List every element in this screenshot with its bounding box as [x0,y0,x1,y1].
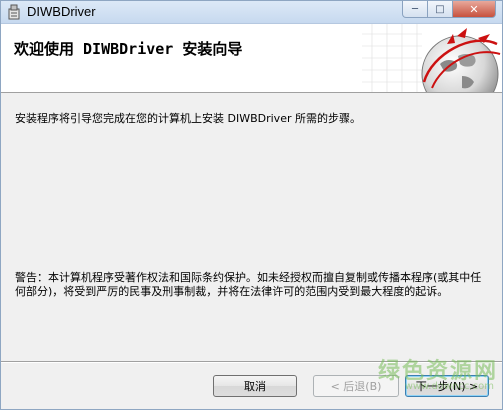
watermark-url: www.downcc.com [404,381,494,392]
minimize-icon: ─ [411,3,419,15]
minimize-button[interactable]: ─ [402,1,428,18]
installer-app-icon [8,4,20,20]
maximize-icon: □ [435,3,445,15]
wizard-header-banner: 欢迎使用 DIWBDriver 安装向导 [1,24,502,93]
title-bar[interactable]: DIWBDriver ─ □ ✕ [1,1,502,24]
close-button[interactable]: ✕ [453,1,496,18]
cancel-button[interactable]: 取消 [213,375,297,397]
copyright-warning-text: 警告：本计算机程序受著作权法和国际条约保护。如未经授权而擅自复制或传播本程序(或… [15,271,482,298]
intro-text: 安装程序将引导您完成在您的计算机上安装 DIWBDriver 所需的步骤。 [15,112,361,125]
globe-banner-icon [362,24,501,92]
installer-window: DIWBDriver ─ □ ✕ 欢迎使用 DIWBDriver 安装向导 安装… [0,0,503,410]
close-icon: ✕ [469,2,479,16]
maximize-button[interactable]: □ [428,1,453,18]
window-title: DIWBDriver [27,4,96,19]
wizard-header-title: 欢迎使用 DIWBDriver 安装向导 [14,40,243,58]
window-controls: ─ □ ✕ [402,1,496,19]
